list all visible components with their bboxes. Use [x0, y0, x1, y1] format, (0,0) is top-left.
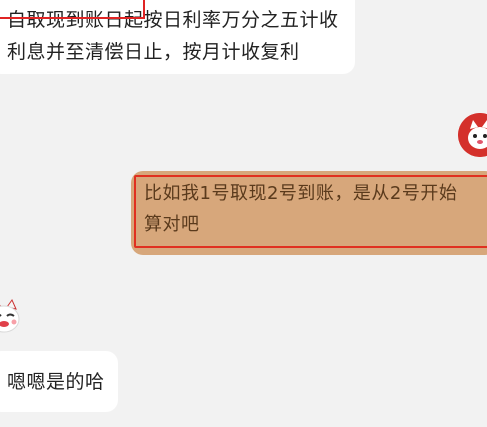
message-text-line: 利息并至清偿日止，按月计收复利 [7, 41, 300, 63]
red-box-annotation [134, 175, 487, 248]
red-underline-annotation [0, 0, 145, 19]
received-message-bubble-2[interactable]: 嗯嗯是的哈 [0, 351, 118, 412]
cat-face-avatar-icon[interactable] [458, 113, 487, 157]
cat-face-avatar-icon[interactable] [0, 295, 26, 339]
message-text-line: 嗯嗯是的哈 [7, 371, 105, 393]
